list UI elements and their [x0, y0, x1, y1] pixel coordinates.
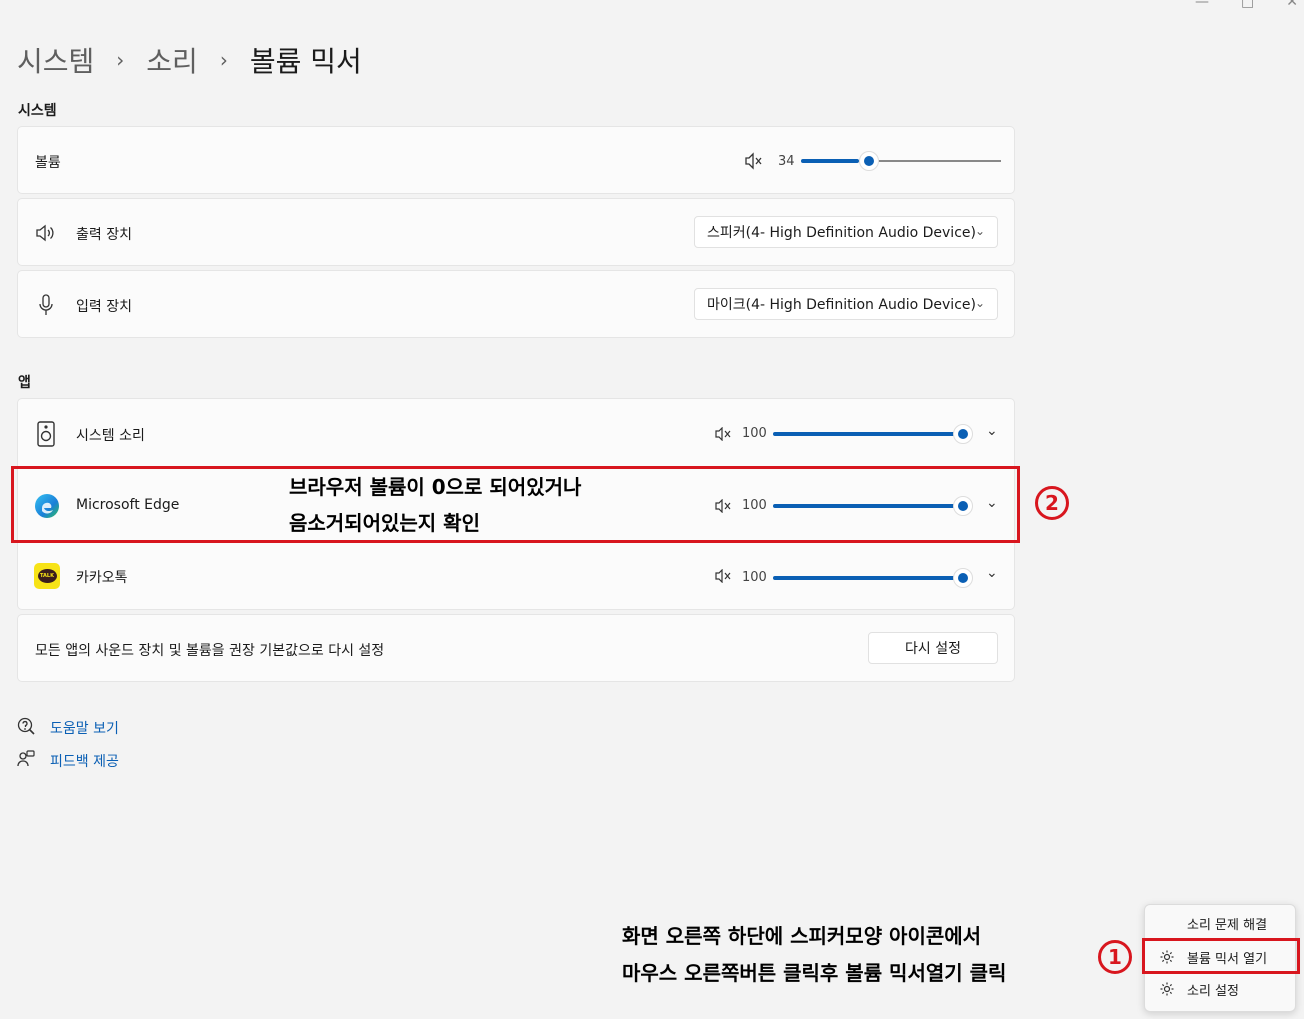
chevron-right-icon: › — [219, 48, 228, 72]
output-device-label: 출력 장치 — [76, 227, 132, 243]
microphone-icon — [36, 293, 56, 317]
output-device-card: 출력 장치 스피커(4- High Definition Audio Devic… — [17, 198, 1015, 266]
chevron-down-icon: ⌄ — [974, 296, 985, 310]
breadcrumb-system[interactable]: 시스템 — [17, 40, 94, 80]
reset-button[interactable]: 다시 설정 — [868, 632, 998, 664]
speaker-muted-icon[interactable] — [715, 426, 733, 442]
breadcrumb: 시스템 › 소리 › 볼륨 믹서 — [17, 40, 362, 80]
input-device-value: 마이크(4- High Definition Audio Device) — [707, 297, 976, 313]
section-title-apps: 앱 — [18, 375, 31, 391]
app-row-kakaotalk: TALK 카카오톡 100 ⌄ — [18, 543, 1014, 609]
annotation-step1-line1: 화면 오른쪽 하단에 스피커모양 아이콘에서 — [622, 924, 982, 948]
kakaotalk-icon: TALK — [34, 563, 60, 589]
reset-card: 모든 앱의 사운드 장치 및 볼륨을 권장 기본값으로 다시 설정 다시 설정 — [17, 614, 1015, 682]
output-device-dropdown[interactable]: 스피커(4- High Definition Audio Device) ⌄ — [694, 216, 998, 248]
slider-fill — [773, 432, 963, 436]
slider-thumb[interactable] — [859, 151, 879, 171]
chevron-right-icon: › — [116, 48, 125, 72]
breadcrumb-sound[interactable]: 소리 — [146, 40, 198, 80]
slider-fill — [801, 159, 859, 163]
chevron-down-icon[interactable]: ⌄ — [986, 423, 998, 439]
input-device-card: 입력 장치 마이크(4- High Definition Audio Devic… — [17, 270, 1015, 338]
help-link[interactable]: 도움말 보기 — [50, 718, 119, 738]
input-device-dropdown[interactable]: 마이크(4- High Definition Audio Device) ⌄ — [694, 288, 998, 320]
speaker-muted-icon[interactable] — [715, 568, 733, 584]
slider-track — [879, 160, 1001, 162]
annotation-step2-line2: 음소거되어있는지 확인 — [289, 511, 480, 535]
slider-thumb[interactable] — [953, 424, 973, 444]
app-name: 시스템 소리 — [76, 428, 145, 444]
app-row-system-sounds: 시스템 소리 100 ⌄ — [18, 399, 1014, 469]
section-title-system: 시스템 — [18, 103, 57, 119]
input-device-label: 입력 장치 — [76, 299, 132, 315]
window-controls: — □ ✕ — [1195, 0, 1298, 10]
reset-description: 모든 앱의 사운드 장치 및 볼륨을 권장 기본값으로 다시 설정 — [35, 643, 385, 659]
page-title: 볼륨 믹서 — [249, 45, 362, 78]
help-icon — [17, 717, 35, 735]
system-volume-card: 볼륨 34 — [17, 126, 1015, 194]
kakaotalk-icon-text: TALK — [37, 569, 57, 583]
volume-label: 볼륨 — [35, 155, 61, 171]
close-button[interactable]: ✕ — [1286, 0, 1298, 10]
app-volume-slider[interactable] — [773, 568, 973, 588]
app-name: 카카오톡 — [76, 570, 128, 586]
chevron-down-icon: ⌄ — [974, 224, 985, 238]
highlight-box-volume-mixer — [1142, 938, 1300, 974]
output-device-value: 스피커(4- High Definition Audio Device) — [707, 225, 976, 241]
feedback-icon — [17, 750, 35, 768]
slider-thumb[interactable] — [953, 568, 973, 588]
system-volume-value: 34 — [778, 154, 795, 169]
step-2-badge: 2 — [1035, 486, 1069, 520]
menu-item-label: 소리 설정 — [1187, 983, 1239, 999]
system-volume-slider[interactable] — [801, 151, 1001, 171]
maximize-button[interactable]: □ — [1241, 0, 1254, 10]
system-sounds-icon — [37, 421, 55, 447]
speaker-icon — [35, 222, 57, 244]
feedback-link[interactable]: 피드백 제공 — [50, 751, 119, 771]
minimize-button[interactable]: — — [1195, 0, 1209, 10]
app-volume-value: 100 — [742, 426, 767, 441]
menu-item-label: 소리 문제 해결 — [1187, 917, 1268, 933]
app-volume-value: 100 — [742, 570, 767, 585]
annotation-step1-line2: 마우스 오른쪽버튼 클릭후 볼륨 믹서열기 클릭 — [622, 961, 1007, 985]
slider-fill — [773, 576, 963, 580]
menu-item-troubleshoot[interactable]: 소리 문제 해결 — [1145, 907, 1295, 939]
annotation-step2-line1: 브라우저 볼륨이 0으로 되어있거나 — [289, 475, 582, 499]
reset-button-label: 다시 설정 — [905, 641, 961, 657]
app-volume-slider[interactable] — [773, 424, 973, 444]
chevron-down-icon[interactable]: ⌄ — [986, 565, 998, 581]
speaker-muted-icon[interactable] — [744, 151, 764, 171]
gear-icon — [1159, 981, 1175, 997]
step-1-badge: 1 — [1098, 940, 1132, 974]
menu-item-sound-settings[interactable]: 소리 설정 — [1145, 973, 1295, 1005]
